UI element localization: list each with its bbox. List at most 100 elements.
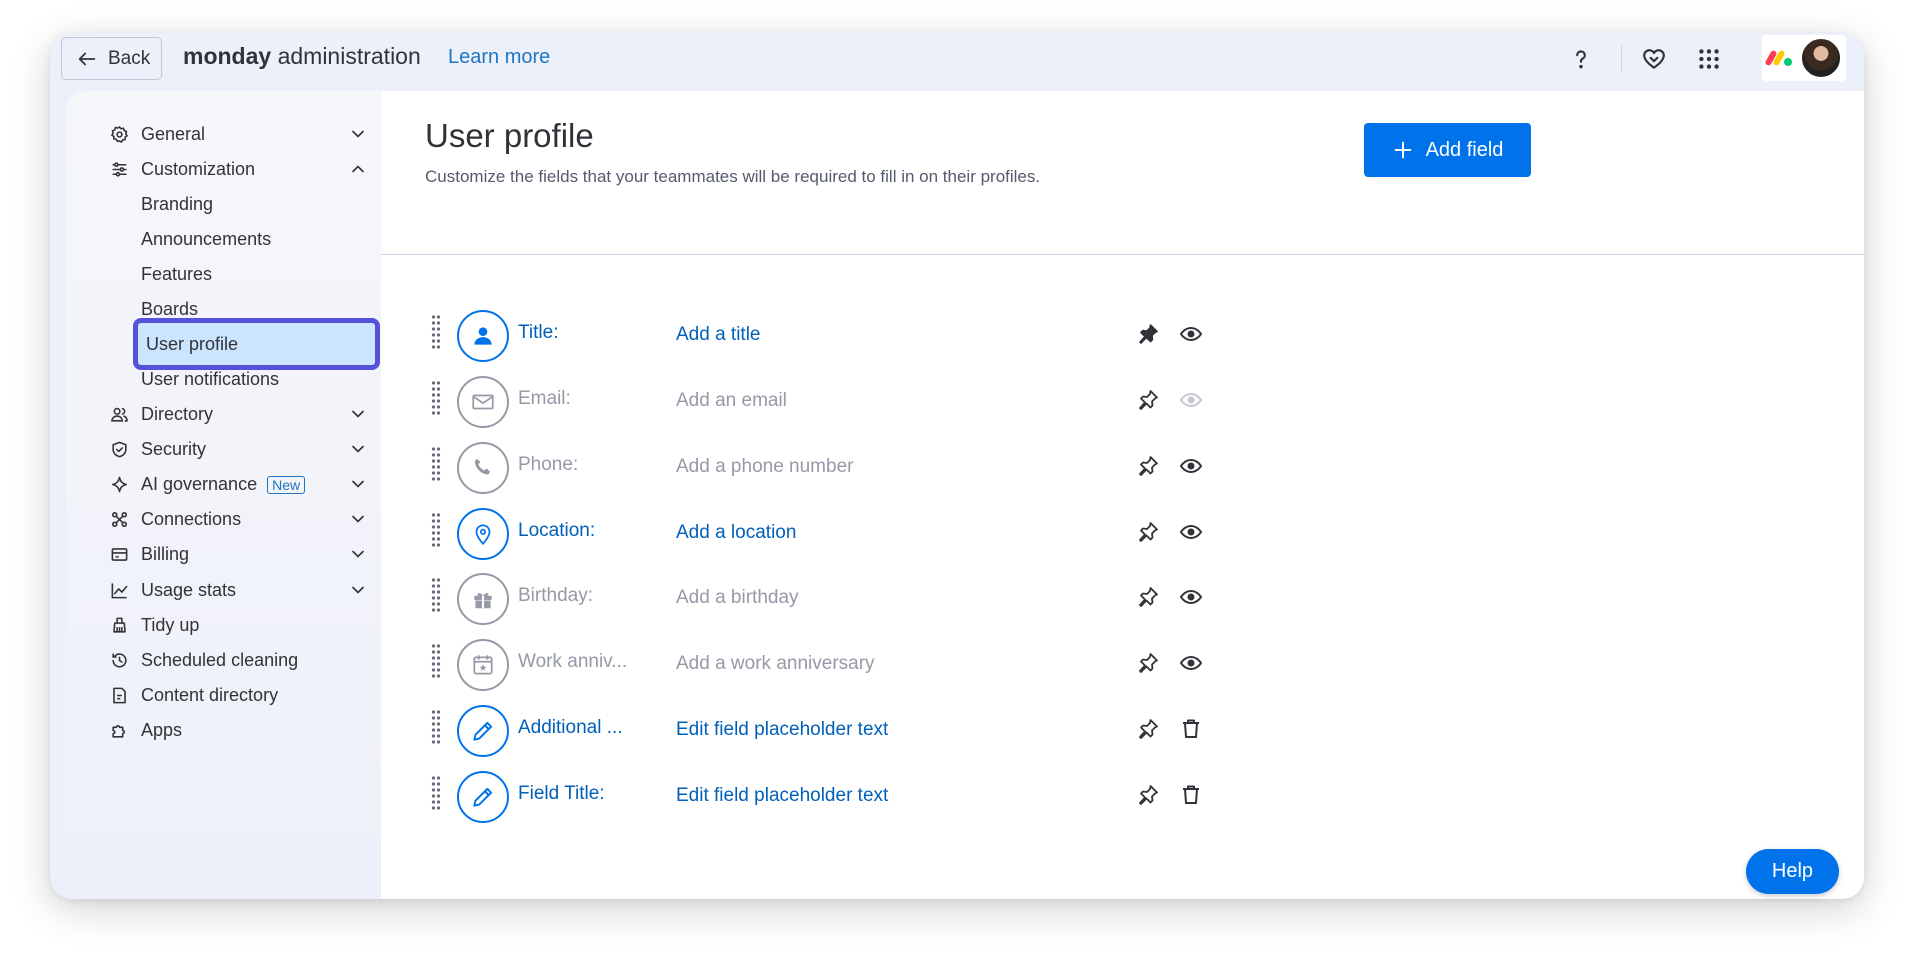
pin-icon[interactable] xyxy=(1133,517,1163,547)
account-menu[interactable] xyxy=(1762,35,1846,81)
field-row-phone: Phone: Add a phone number xyxy=(381,437,1381,497)
sidebar-item-usage-stats[interactable]: Usage stats xyxy=(66,571,381,609)
main-content: User profile Customize the fields that y… xyxy=(381,91,1864,899)
eye-icon[interactable] xyxy=(1176,319,1206,349)
pencil-icon xyxy=(457,771,509,823)
shield-icon xyxy=(109,439,129,459)
pin-icon[interactable] xyxy=(1133,648,1163,678)
connections-icon xyxy=(109,509,129,529)
field-placeholder[interactable]: Add an email xyxy=(676,390,787,412)
sidebar-subitem-features[interactable]: Features xyxy=(66,255,381,293)
field-placeholder[interactable]: Add a location xyxy=(676,522,796,544)
trash-icon[interactable] xyxy=(1176,780,1206,810)
drag-handle-icon[interactable] xyxy=(431,775,441,813)
field-label: Additional ... xyxy=(518,717,623,738)
phone-icon xyxy=(457,442,509,494)
help-icon[interactable] xyxy=(1563,41,1599,77)
top-bar: Back monday administration Learn more xyxy=(50,33,1864,91)
drag-handle-icon[interactable] xyxy=(431,709,441,747)
brand-bold: monday xyxy=(183,43,272,69)
chevron-down-icon xyxy=(352,586,364,594)
pin-icon[interactable] xyxy=(1133,385,1163,415)
sidebar-subitem-label: Announcements xyxy=(141,228,272,249)
field-placeholder[interactable]: Add a work anniversary xyxy=(676,653,875,675)
sidebar-item-general[interactable]: General xyxy=(66,115,381,153)
sidebar-item-customization[interactable]: Customization xyxy=(66,150,381,188)
drag-handle-icon[interactable] xyxy=(431,512,441,550)
field-label: Location: xyxy=(518,520,596,541)
eye-disabled-icon xyxy=(1176,385,1206,415)
location-pin-icon xyxy=(457,508,509,560)
chevron-down-icon xyxy=(352,445,364,453)
sidebar-item-tidy-up[interactable]: Tidy up xyxy=(66,606,381,644)
sidebar-subitem-label: Boards xyxy=(141,298,199,319)
pin-icon[interactable] xyxy=(1133,451,1163,481)
pin-icon[interactable] xyxy=(1133,582,1163,612)
sidebar-item-content-directory[interactable]: Content directory xyxy=(66,676,381,714)
field-label: Field Title: xyxy=(518,783,605,804)
sidebar-item-scheduled-cleaning[interactable]: Scheduled cleaning xyxy=(66,641,381,679)
eye-icon[interactable] xyxy=(1176,517,1206,547)
drag-handle-icon[interactable] xyxy=(431,577,441,615)
drag-handle-icon[interactable] xyxy=(431,380,441,418)
person-icon xyxy=(457,310,509,362)
add-field-button[interactable]: Add field xyxy=(1364,123,1531,177)
admin-window: Back monday administration Learn more Ge… xyxy=(50,33,1864,899)
sparkle-icon xyxy=(109,474,129,494)
sidebar-subitem-user-notifications[interactable]: User notifications xyxy=(66,360,381,398)
field-label: Email: xyxy=(518,388,571,409)
sidebar-item-label: Connections xyxy=(141,508,242,529)
back-button[interactable]: Back xyxy=(61,37,162,80)
brand-title: monday administration xyxy=(183,43,421,70)
apps-grid-icon[interactable] xyxy=(1691,41,1727,77)
sidebar-subitem-label: Branding xyxy=(141,193,214,214)
gift-icon xyxy=(457,573,509,625)
brand-rest: administration xyxy=(277,43,421,69)
sidebar-item-label: Apps xyxy=(141,719,183,740)
pin-icon[interactable] xyxy=(1133,714,1163,744)
back-label: Back xyxy=(108,47,151,69)
sidebar-item-billing[interactable]: Billing xyxy=(66,535,381,573)
field-placeholder[interactable]: Add a birthday xyxy=(676,587,799,609)
sidebar-item-connections[interactable]: Connections xyxy=(66,500,381,538)
eye-icon[interactable] xyxy=(1176,648,1206,678)
eye-icon[interactable] xyxy=(1176,451,1206,481)
chevron-down-icon xyxy=(352,515,364,523)
sidebar: General Customization Branding Announcem… xyxy=(66,91,381,899)
sidebar-item-directory[interactable]: Directory xyxy=(66,395,381,433)
pin-filled-icon[interactable] xyxy=(1133,319,1163,349)
drag-handle-icon[interactable] xyxy=(431,446,441,484)
pencil-icon xyxy=(457,705,509,757)
field-placeholder[interactable]: Add a title xyxy=(676,324,761,346)
field-placeholder[interactable]: Add a phone number xyxy=(676,456,853,478)
sidebar-item-security[interactable]: Security xyxy=(66,430,381,468)
field-row-location: Location: Add a location xyxy=(381,503,1381,563)
field-row-title: Title: Add a title xyxy=(381,305,1381,365)
clock-icon xyxy=(109,650,129,670)
trash-icon[interactable] xyxy=(1176,714,1206,744)
sliders-icon xyxy=(109,159,129,179)
add-field-label: Add field xyxy=(1425,138,1504,161)
page-subtitle: Customize the fields that your teammates… xyxy=(425,167,1041,186)
drag-handle-icon[interactable] xyxy=(431,314,441,352)
sidebar-subitem-branding[interactable]: Branding xyxy=(66,185,381,223)
sidebar-item-apps[interactable]: Apps xyxy=(66,711,381,749)
arrow-left-icon xyxy=(78,52,96,65)
sidebar-item-label: Usage stats xyxy=(141,579,237,600)
field-label: Birthday: xyxy=(518,585,593,606)
pin-icon[interactable] xyxy=(1133,780,1163,810)
sidebar-item-label: Tidy up xyxy=(141,614,200,635)
eye-icon[interactable] xyxy=(1176,582,1206,612)
drag-handle-icon[interactable] xyxy=(431,643,441,681)
help-button[interactable]: Help xyxy=(1746,849,1839,894)
field-row-field-title: Field Title: Edit field placeholder text xyxy=(381,766,1381,826)
field-placeholder[interactable]: Edit field placeholder text xyxy=(676,785,888,807)
chevron-down-icon xyxy=(352,550,364,558)
sidebar-subitem-label: User notifications xyxy=(141,368,280,389)
learn-more-link[interactable]: Learn more xyxy=(448,46,550,69)
chevron-down-icon xyxy=(352,480,364,488)
sidebar-subitem-announcements[interactable]: Announcements xyxy=(66,220,381,258)
heart-icon[interactable] xyxy=(1636,41,1672,77)
sidebar-item-ai-governance[interactable]: AI governance New xyxy=(66,465,381,503)
field-placeholder[interactable]: Edit field placeholder text xyxy=(676,719,888,741)
